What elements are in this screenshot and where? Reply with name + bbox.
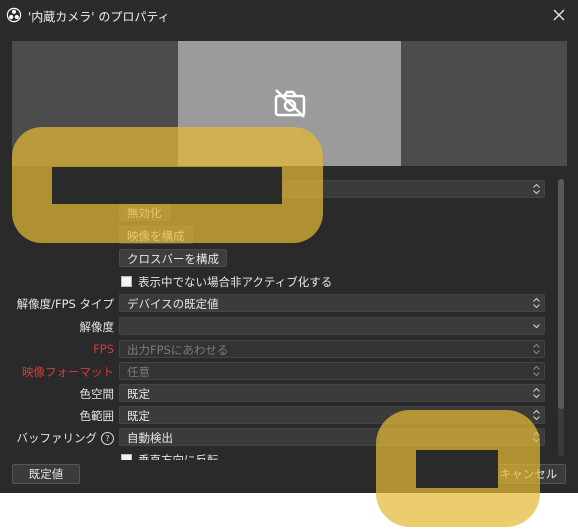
res-fps-type-label: 解像度/FPS タイプ	[16, 297, 114, 311]
configure-video-button[interactable]: 映像を構成	[119, 226, 193, 244]
deactivate-button[interactable]: 無効化	[119, 203, 170, 221]
spin-arrows-icon	[533, 431, 540, 443]
ok-button[interactable]: OK	[435, 464, 485, 484]
res-fps-type-row: 解像度/FPS タイプ デバイスの既定値	[12, 294, 554, 314]
properties-panel: デバイス Integrated Camera 無効化 映像を構成 クロスバーを構…	[12, 175, 554, 460]
fps-row: FPS 出力FPSにあわせる	[12, 340, 554, 360]
cancel-button[interactable]: キャンセル	[491, 464, 566, 484]
color-space-label: 色空間	[79, 387, 115, 401]
fps-select[interactable]: 出力FPSにあわせる	[119, 340, 545, 358]
properties-dialog: '内蔵カメラ' のプロパティ デバイス Integrated Camera 無効…	[0, 0, 578, 493]
help-icon[interactable]: ?	[101, 432, 114, 445]
title-bar: '内蔵カメラ' のプロパティ	[0, 0, 578, 31]
spin-arrows-icon	[533, 365, 540, 377]
spin-arrows-icon	[533, 297, 540, 309]
color-space-select[interactable]: 既定	[119, 384, 545, 402]
spin-arrows-icon	[533, 183, 540, 195]
color-range-row: 色範囲 既定	[12, 406, 554, 426]
deactivate-when-hidden-label: 表示中でない場合非アクティブ化する	[138, 275, 333, 289]
resolution-combobox[interactable]	[119, 317, 545, 335]
fps-label: FPS	[93, 342, 114, 356]
flip-vertical-checkbox[interactable]	[121, 454, 132, 460]
video-format-select[interactable]: 任意	[119, 362, 545, 380]
buffering-value: 自動検出	[127, 431, 173, 445]
window-title: '内蔵カメラ' のプロパティ	[28, 10, 170, 24]
color-space-value: 既定	[127, 387, 150, 401]
preview-frame	[178, 41, 401, 166]
properties-scrollbar[interactable]	[556, 175, 566, 460]
buffering-select[interactable]: 自動検出	[119, 428, 545, 446]
chevron-down-icon	[533, 324, 540, 329]
device-value: Integrated Camera	[127, 182, 237, 196]
scroll-thumb[interactable]	[558, 179, 564, 409]
resolution-label: 解像度	[79, 320, 115, 334]
flip-vertical-label: 垂直方向に反転	[138, 453, 219, 460]
device-select[interactable]: Integrated Camera	[119, 180, 545, 198]
close-icon[interactable]	[550, 6, 568, 24]
spin-arrows-icon	[533, 343, 540, 355]
obs-logo-icon	[6, 7, 22, 23]
color-space-row: 色空間 既定	[12, 384, 554, 404]
video-format-value: 任意	[127, 365, 150, 379]
fps-value: 出力FPSにあわせる	[127, 343, 229, 357]
camera-preview	[12, 41, 567, 166]
configure-crossbar-button[interactable]: クロスバーを構成	[119, 249, 227, 267]
device-label: デバイス	[68, 183, 114, 197]
video-format-label: 映像フォーマット	[22, 365, 114, 379]
spin-arrows-icon	[533, 409, 540, 421]
resolution-row: 解像度	[12, 317, 554, 337]
color-range-select[interactable]: 既定	[119, 406, 545, 424]
spin-arrows-icon	[533, 387, 540, 399]
color-range-label: 色範囲	[79, 409, 115, 423]
buffering-label-group: バッファリング?	[16, 430, 114, 446]
camera-off-icon	[274, 89, 306, 118]
buffering-label: バッファリング	[16, 431, 98, 445]
res-fps-type-select[interactable]: デバイスの既定値	[119, 294, 545, 312]
device-row: デバイス Integrated Camera	[12, 180, 554, 200]
color-range-value: 既定	[127, 409, 150, 423]
buffering-row: バッファリング? 自動検出	[12, 428, 554, 448]
deactivate-when-hidden-checkbox[interactable]	[121, 276, 132, 287]
res-fps-type-value: デバイスの既定値	[127, 297, 219, 311]
video-format-row: 映像フォーマット 任意	[12, 362, 554, 382]
defaults-button[interactable]: 既定値	[12, 464, 80, 484]
